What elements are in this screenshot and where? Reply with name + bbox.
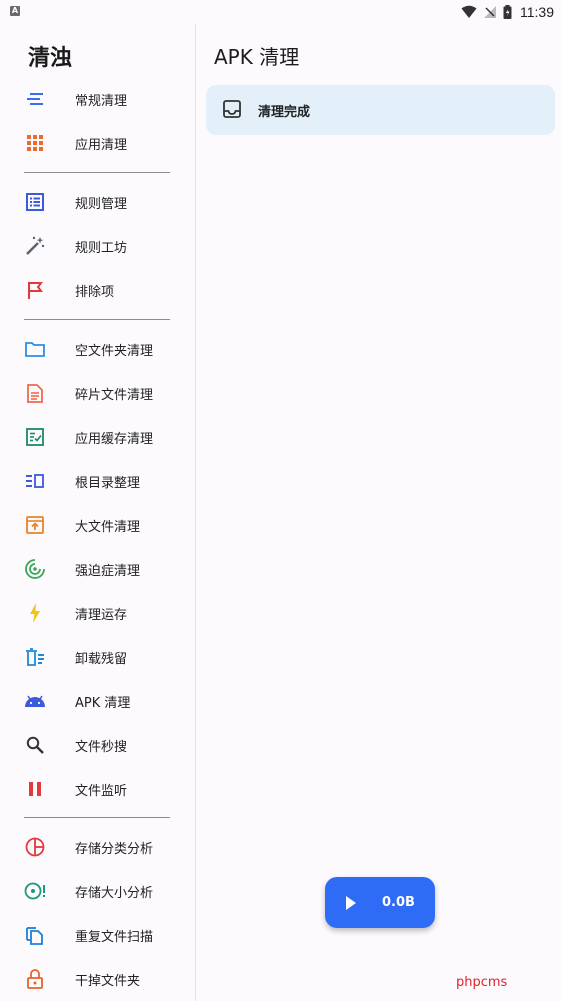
lock-icon [24, 968, 46, 990]
watermark: phpcms [456, 975, 508, 990]
document-icon [24, 382, 46, 404]
nav-item-storage-size-analysis[interactable]: 存储大小分析 [0, 871, 195, 911]
nav-item-label: 存储分类分析 [75, 841, 154, 857]
android-icon [24, 690, 46, 712]
list-icon [24, 191, 46, 213]
status-bar: A 11:39 [0, 0, 562, 24]
play-icon [345, 895, 357, 914]
nav-item-label: 大文件清理 [75, 519, 141, 535]
nav-item-ram-clean[interactable]: 清理运存 [0, 593, 195, 633]
nav-item-fragment-clean[interactable]: 碎片文件清理 [0, 373, 195, 413]
pause-icon [24, 778, 46, 800]
divider [24, 172, 170, 173]
nav-item-label: 文件监听 [75, 783, 128, 799]
nav-item-app-cache-clean[interactable]: 应用缓存清理 [0, 417, 195, 457]
archive-upload-icon [24, 514, 46, 536]
nav-item-label: 空文件夹清理 [75, 343, 154, 359]
nav-item-label: 规则管理 [75, 196, 128, 212]
navigation-drawer: 清浊 常规清理 应用清理 规则管理 规则工坊 排除项 空文件夹清理 碎片文件清理… [0, 24, 196, 1001]
nav-item-empty-folder-clean[interactable]: 空文件夹清理 [0, 329, 195, 369]
nav-item-label: 排除项 [75, 284, 115, 300]
nav-item-duplicate-file-scan[interactable]: 重复文件扫描 [0, 915, 195, 955]
nav-item-label: 清理运存 [75, 607, 128, 623]
nav-item-exclusions[interactable]: 排除项 [0, 270, 195, 310]
pie-chart-icon [24, 836, 46, 858]
nav-item-label: 卸载残留 [75, 651, 128, 667]
nav-item-file-search[interactable]: 文件秒搜 [0, 725, 195, 765]
nav-item-storage-category-analysis[interactable]: 存储分类分析 [0, 827, 195, 867]
fab-label: 0.0B [382, 895, 415, 910]
uninstall-icon [24, 646, 46, 668]
view-list-icon [24, 470, 46, 492]
battery-icon [503, 5, 512, 19]
nav-item-file-monitor[interactable]: 文件监听 [0, 769, 195, 809]
magic-wand-icon [24, 235, 46, 257]
start-clean-button[interactable]: 0.0B [325, 877, 435, 928]
nav-item-label: 强迫症清理 [75, 563, 141, 579]
notification-icon: A [10, 6, 20, 16]
clock: 11:39 [520, 4, 554, 20]
nav-item-root-organize[interactable]: 根目录整理 [0, 461, 195, 501]
grid-icon [24, 132, 46, 154]
app-title: 清浊 [28, 46, 73, 71]
target-icon [24, 558, 46, 580]
nav-item-apk-clean[interactable]: APK 清理 [0, 681, 195, 721]
checklist-icon [24, 426, 46, 448]
nav-item-label: 重复文件扫描 [75, 929, 154, 945]
nav-item-large-file-clean[interactable]: 大文件清理 [0, 505, 195, 545]
result-card[interactable]: 清理完成 [206, 85, 555, 135]
search-icon [24, 734, 46, 756]
nav-item-label: 文件秒搜 [75, 739, 128, 755]
copy-icon [24, 924, 46, 946]
nav-item-app-clean[interactable]: 应用清理 [0, 123, 195, 163]
nav-item-uninstall-residue[interactable]: 卸载残留 [0, 637, 195, 677]
folder-icon [24, 338, 46, 360]
nav-item-label: 规则工坊 [75, 240, 128, 256]
result-label: 清理完成 [258, 104, 311, 120]
inbox-icon [222, 99, 244, 121]
wifi-icon [461, 5, 477, 18]
divider [24, 319, 170, 320]
nav-item-label: 碎片文件清理 [75, 387, 154, 403]
nav-item-label: 存储大小分析 [75, 885, 154, 901]
nav-item-general-clean[interactable]: 常规清理 [0, 79, 195, 119]
storage-size-icon [24, 880, 46, 902]
nav-item-kill-folder[interactable]: 干掉文件夹 [0, 959, 195, 999]
flash-icon [24, 602, 46, 624]
nav-item-label: APK 清理 [75, 695, 131, 711]
nav-item-label: 根目录整理 [75, 475, 141, 491]
nav-item-label: 常规清理 [75, 93, 128, 109]
nav-item-rule-management[interactable]: 规则管理 [0, 182, 195, 222]
nav-item-rule-workshop[interactable]: 规则工坊 [0, 226, 195, 266]
flag-icon [24, 279, 46, 301]
page-title: APK 清理 [214, 45, 300, 69]
nav-item-ocd-clean[interactable]: 强迫症清理 [0, 549, 195, 589]
nav-item-label: 应用缓存清理 [75, 431, 154, 447]
lines-icon [24, 88, 46, 110]
nav-item-label: 应用清理 [75, 137, 128, 153]
no-signal-icon [484, 6, 496, 18]
nav-item-label: 干掉文件夹 [75, 973, 141, 989]
divider [24, 817, 170, 818]
